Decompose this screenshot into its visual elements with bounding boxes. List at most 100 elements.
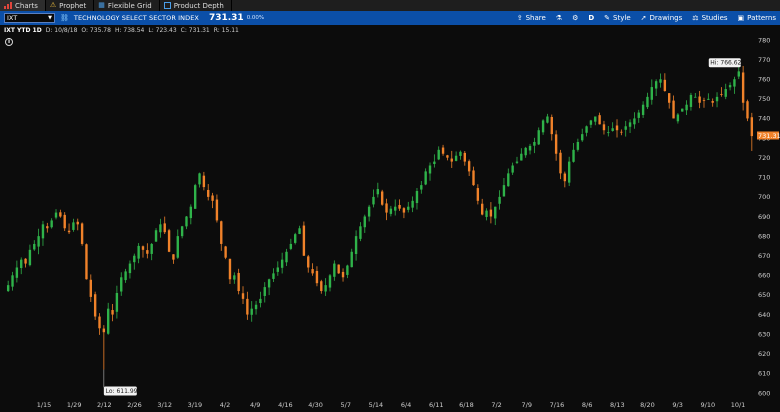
candle-body xyxy=(646,96,649,108)
candle-body xyxy=(611,128,614,131)
tab-prophet-label: Prophet xyxy=(59,1,87,10)
tab-prophet[interactable]: ⚠ Prophet xyxy=(46,0,95,11)
candle-body xyxy=(259,298,262,304)
y-tick-label: 780 xyxy=(758,36,770,44)
x-tick-label: 3/12 xyxy=(157,401,172,409)
candle-body xyxy=(576,141,580,150)
candle-body xyxy=(537,130,540,145)
candle-body xyxy=(615,125,619,131)
chart-toolbar: IXT ▼ ⛓ TECHNOLOGY SELECT SECTOR INDEX 7… xyxy=(0,11,780,25)
candle-body xyxy=(111,310,114,315)
candle-body xyxy=(520,153,523,161)
flask-icon: ⚗ xyxy=(555,14,563,22)
chart-title: IXT YTD 1D xyxy=(4,26,42,34)
patterns-icon: ▣ xyxy=(737,14,745,22)
candle-body xyxy=(241,293,245,299)
candle-body xyxy=(689,94,693,107)
style-button[interactable]: ✎ Style xyxy=(604,14,630,22)
candle-body xyxy=(280,259,284,268)
y-tick-label: 750 xyxy=(758,95,770,103)
candle-body xyxy=(463,152,466,162)
link-icon[interactable]: ⛓ xyxy=(60,14,69,22)
x-tick-label: 7/9 xyxy=(522,401,532,409)
drawings-button[interactable]: ➚ Drawings xyxy=(641,14,683,22)
x-tick-label: 7/16 xyxy=(550,401,565,409)
tab-charts[interactable]: Charts xyxy=(0,0,46,11)
info-icon[interactable]: i xyxy=(5,38,13,46)
info-low: L: 723.43 xyxy=(148,26,177,34)
price-chart[interactable]: 7807707607507407307207107006906806706606… xyxy=(0,36,780,412)
candle-body xyxy=(733,79,736,87)
candle-body xyxy=(107,308,110,334)
cursor-icon: ➚ xyxy=(640,14,647,22)
candle-body xyxy=(372,196,375,205)
info-close: C: 731.31 xyxy=(180,26,210,34)
candle-body xyxy=(581,134,584,141)
candle-body xyxy=(185,216,188,227)
candle-body xyxy=(728,85,732,88)
candle-body xyxy=(6,285,10,292)
x-tick-label: 9/10 xyxy=(701,401,716,409)
candle-body xyxy=(741,72,745,103)
style-icon: ✎ xyxy=(604,14,611,22)
studies-icon: ⚖ xyxy=(692,14,699,22)
candle-body xyxy=(459,151,462,156)
candle-body xyxy=(237,272,240,292)
candle-body xyxy=(133,255,136,263)
candle-body xyxy=(563,173,567,182)
settings-button[interactable]: ⚙ xyxy=(572,14,578,22)
candle-body xyxy=(41,224,45,239)
candle-body xyxy=(650,87,653,100)
x-tick-label: 8/6 xyxy=(582,401,592,409)
share-button[interactable]: ⇪ Share xyxy=(517,14,546,22)
x-tick-label: 8/20 xyxy=(640,401,655,409)
aggregation-button[interactable]: D xyxy=(588,14,594,22)
candle-body xyxy=(141,246,145,250)
candle-body xyxy=(594,116,597,122)
candle-body xyxy=(620,131,623,133)
candle-body xyxy=(246,298,249,315)
info-open: O: 735.78 xyxy=(81,26,111,34)
studies-label: Studies xyxy=(701,14,728,22)
candle-body xyxy=(167,230,171,252)
candle-body xyxy=(515,161,519,163)
high-callout: Hi: 766.62 xyxy=(710,59,741,66)
tab-charts-label: Charts xyxy=(15,1,38,10)
candle-body xyxy=(428,165,432,174)
tab-product-depth[interactable]: Product Depth xyxy=(160,0,232,11)
candle-body xyxy=(102,328,106,333)
candle-body xyxy=(659,79,662,83)
patterns-button[interactable]: ▣ Patterns xyxy=(738,14,776,22)
x-tick-label: 6/11 xyxy=(429,401,444,409)
y-tick-label: 600 xyxy=(758,389,770,397)
candle-body xyxy=(715,96,719,102)
candle-body xyxy=(402,208,406,213)
symbol-input[interactable]: IXT ▼ xyxy=(4,13,55,23)
candle-body xyxy=(46,226,49,229)
y-tick-label: 690 xyxy=(758,213,770,221)
candle-body xyxy=(202,175,206,188)
tab-flexible-grid[interactable]: ▦ Flexible Grid xyxy=(94,0,160,11)
flask-button[interactable]: ⚗ xyxy=(556,14,562,22)
y-tick-label: 610 xyxy=(758,370,770,378)
candle-body xyxy=(533,141,536,146)
candle-body xyxy=(128,263,132,274)
candle-body xyxy=(607,132,610,134)
candle-body xyxy=(267,279,271,288)
candle-body xyxy=(654,81,658,89)
candle-body xyxy=(541,120,545,133)
candle-body xyxy=(72,222,75,230)
candle-body xyxy=(50,220,53,228)
candle-body xyxy=(215,199,219,221)
candle-body xyxy=(59,212,62,217)
last-price-label: 731.31 xyxy=(758,132,780,140)
candle-body xyxy=(63,214,66,229)
chevron-down-icon[interactable]: ▼ xyxy=(48,15,52,21)
patterns-label: Patterns xyxy=(747,14,776,22)
candle-body xyxy=(385,203,388,213)
studies-button[interactable]: ⚖ Studies xyxy=(692,14,727,22)
candle-body xyxy=(263,287,266,296)
candle-body xyxy=(698,96,701,103)
y-tick-label: 630 xyxy=(758,330,770,338)
candle-body xyxy=(472,170,475,186)
